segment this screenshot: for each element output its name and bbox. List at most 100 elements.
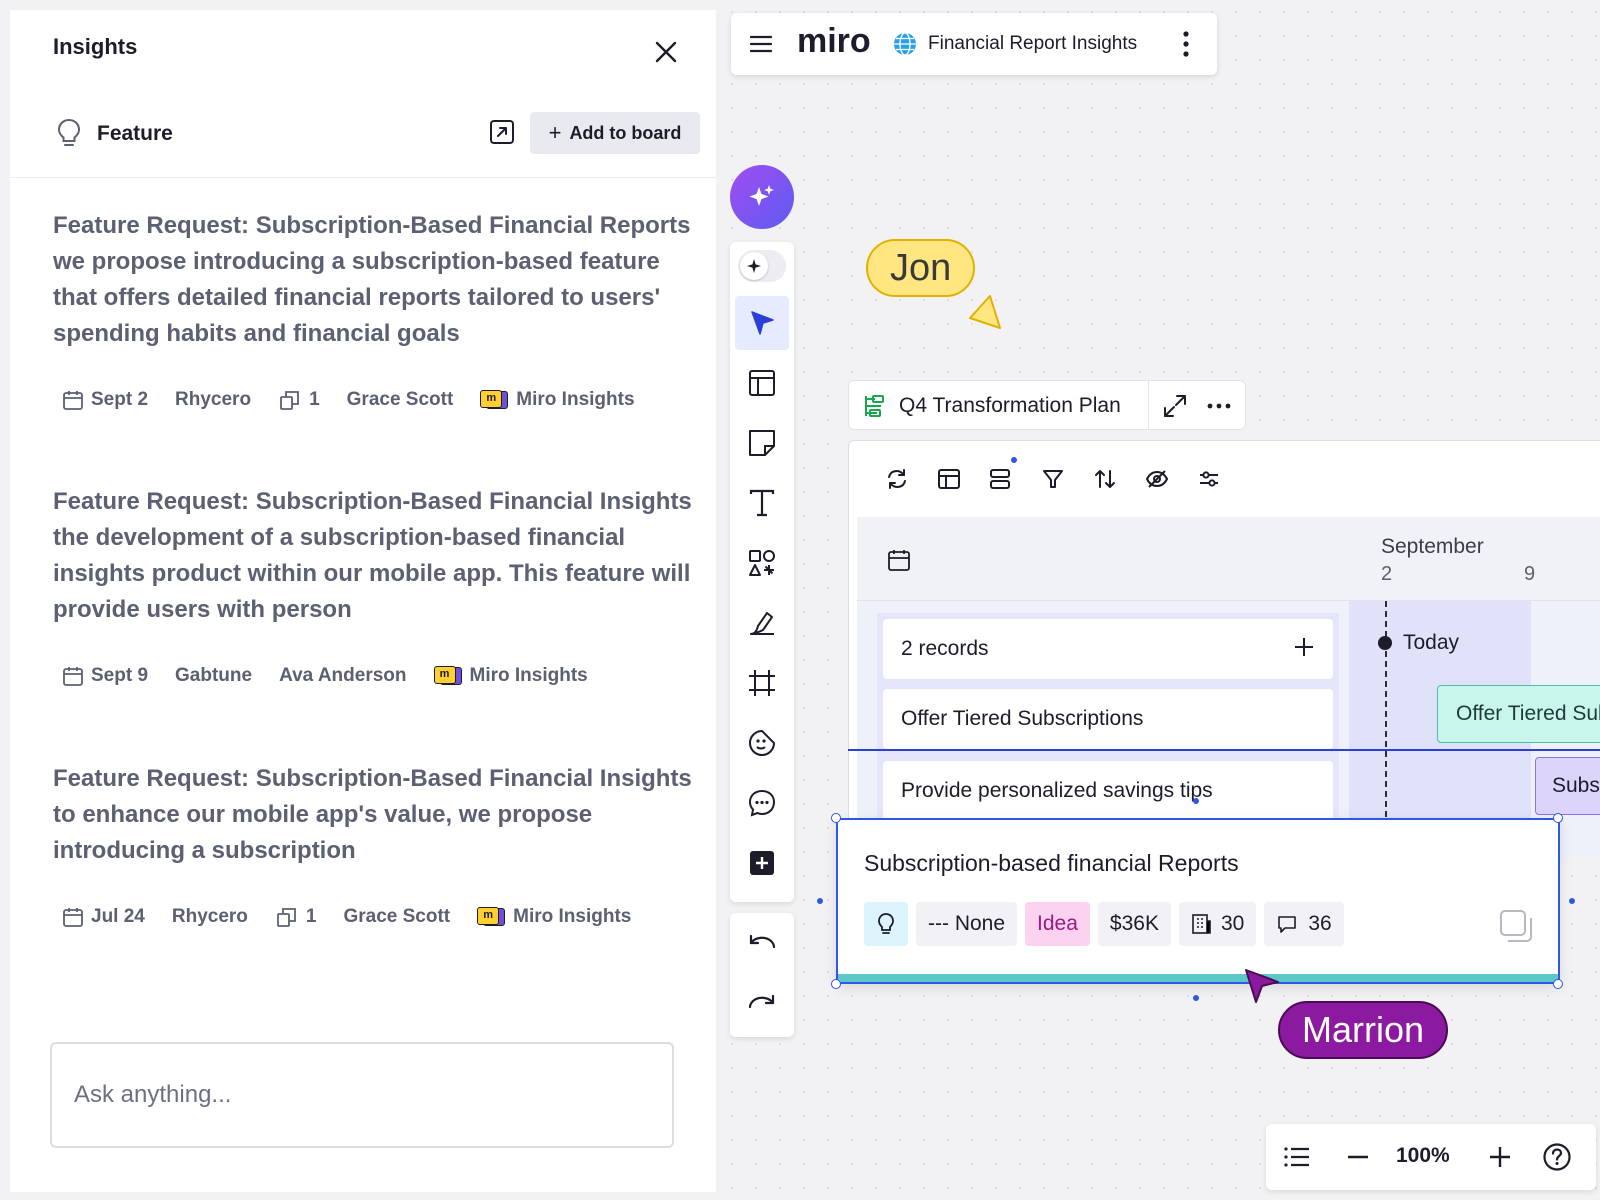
row-drop-indicator — [848, 749, 1600, 751]
open-external-button[interactable] — [488, 118, 516, 146]
group-button[interactable] — [983, 457, 1019, 497]
record-row[interactable]: Provide personalized savings tips — [883, 761, 1333, 821]
record-row[interactable]: Offer Tiered Subscriptions — [883, 689, 1333, 749]
select-tool[interactable] — [735, 296, 789, 350]
panel-title: Insights — [53, 34, 138, 59]
insight-text[interactable]: Feature Request: Subscription-Based Fina… — [53, 484, 693, 628]
zoom-in-button[interactable] — [1483, 1140, 1517, 1174]
sticky-note-tool[interactable] — [735, 416, 789, 470]
connector-dot[interactable] — [1193, 995, 1199, 1001]
zoom-level[interactable]: 100% — [1396, 1144, 1450, 1168]
sticky-note-icon — [749, 430, 775, 456]
board-name[interactable]: Financial Report Insights — [928, 33, 1137, 55]
plus-icon — [1295, 638, 1313, 656]
resize-handle[interactable] — [831, 979, 841, 989]
more-apps-tool[interactable] — [735, 836, 789, 890]
frame-tool[interactable] — [735, 656, 789, 710]
frame-title[interactable]: Q4 Transformation Plan — [899, 394, 1121, 418]
close-icon — [655, 41, 677, 63]
hide-fields-button[interactable] — [1139, 461, 1175, 497]
board-list-button[interactable] — [1280, 1140, 1314, 1174]
insight-count: 1 — [275, 905, 316, 929]
status-chip[interactable]: Idea — [1025, 902, 1090, 946]
companies-chip[interactable]: 30 — [1178, 902, 1257, 946]
insight-text[interactable]: Feature Request: Subscription-Based Fina… — [53, 761, 693, 869]
undo-redo-bar — [730, 913, 794, 1037]
collaborator-cursor-icon — [1242, 966, 1282, 1011]
insight-source: m Miro Insights — [477, 906, 631, 928]
redo-button[interactable] — [735, 977, 789, 1031]
help-button[interactable] — [1540, 1140, 1574, 1174]
type-chip[interactable] — [864, 902, 908, 946]
filter-button[interactable] — [1035, 461, 1071, 497]
day-label: 9 — [1524, 563, 1536, 585]
board-options-button[interactable] — [1180, 29, 1192, 59]
add-to-board-button[interactable]: + Add to board — [530, 112, 700, 154]
zoom-out-button[interactable] — [1341, 1140, 1375, 1174]
priority-chip[interactable]: --- None — [916, 902, 1018, 946]
collaborator-cursor-label: Marrion — [1278, 1001, 1449, 1059]
add-record-button[interactable] — [1293, 633, 1315, 665]
templates-tool[interactable] — [735, 356, 789, 410]
group-rows-icon — [990, 469, 1010, 489]
menu-button[interactable] — [749, 32, 773, 56]
insight-author[interactable]: Grace Scott — [347, 389, 454, 411]
comment-icon — [748, 789, 776, 817]
text-tool[interactable] — [735, 476, 789, 530]
insights-panel: Insights Feature + Add to board Feature … — [10, 10, 716, 1192]
stickers-tool[interactable] — [735, 716, 789, 770]
resize-handle[interactable] — [1553, 813, 1563, 823]
undo-button[interactable] — [735, 919, 789, 973]
insight-author[interactable]: Ava Anderson — [279, 665, 406, 687]
filter-icon — [1043, 470, 1063, 488]
timeline-bar[interactable]: Subscription — [1535, 757, 1600, 815]
card-title[interactable]: Subscription-based financial Reports — [864, 850, 1239, 877]
copies-icon — [277, 908, 296, 927]
connector-dot[interactable] — [817, 898, 823, 904]
card-color-strip — [838, 974, 1558, 982]
globe-icon — [893, 32, 917, 56]
panel-subheader: Feature + Add to board — [10, 102, 716, 178]
ai-assistant-button[interactable] — [730, 165, 794, 229]
building-icon — [1192, 914, 1211, 934]
ask-input-container — [50, 1042, 674, 1148]
sort-button[interactable] — [1087, 461, 1123, 497]
resize-handle[interactable] — [1553, 979, 1563, 989]
notification-dot — [1011, 457, 1017, 463]
comments-chip[interactable]: 36 — [1264, 902, 1344, 946]
calendar-icon[interactable] — [887, 548, 911, 572]
sync-button[interactable] — [879, 461, 915, 497]
insight-company[interactable]: Rhycero — [172, 906, 248, 928]
connector-dot[interactable] — [1193, 798, 1199, 804]
ai-toggle[interactable] — [738, 250, 786, 282]
insight-company[interactable]: Gabtune — [175, 665, 252, 687]
timeline-widget: September 2 9 Today 2 records Offer Tier… — [848, 440, 1600, 917]
insight-author[interactable]: Grace Scott — [343, 906, 450, 928]
value-chip[interactable]: $36K — [1097, 902, 1171, 946]
duplicate-button[interactable] — [1498, 908, 1534, 944]
frame-more-button[interactable] — [1204, 393, 1234, 419]
insight-company[interactable]: Rhycero — [175, 389, 251, 411]
comment-tool[interactable] — [735, 776, 789, 830]
copy-icon — [1500, 910, 1532, 942]
calendar-icon — [63, 391, 83, 410]
insight-source: m Miro Insights — [433, 665, 588, 687]
insight-text[interactable]: Feature Request: Subscription-Based Fina… — [53, 208, 693, 352]
expand-button[interactable] — [1162, 393, 1188, 419]
selected-card[interactable]: Subscription-based financial Reports ---… — [836, 818, 1560, 984]
connector-dot[interactable] — [1569, 898, 1575, 904]
resize-handle[interactable] — [831, 813, 841, 823]
miro-insights-icon: m — [477, 907, 506, 927]
more-vertical-icon — [1183, 31, 1189, 57]
table-view-button[interactable] — [931, 461, 967, 497]
more-horizontal-icon — [1207, 403, 1231, 409]
close-button[interactable] — [650, 36, 682, 68]
timeline-bar[interactable]: Offer Tiered Subscriptions — [1437, 685, 1600, 743]
shapes-tool[interactable] — [735, 536, 789, 590]
settings-button[interactable] — [1191, 461, 1227, 497]
pen-tool[interactable] — [735, 596, 789, 650]
timeline-grid: September 2 9 Today 2 records Offer Tier… — [857, 517, 1600, 917]
day-label: 2 — [1381, 563, 1393, 585]
ask-input[interactable] — [52, 1044, 672, 1146]
text-icon — [749, 489, 775, 517]
